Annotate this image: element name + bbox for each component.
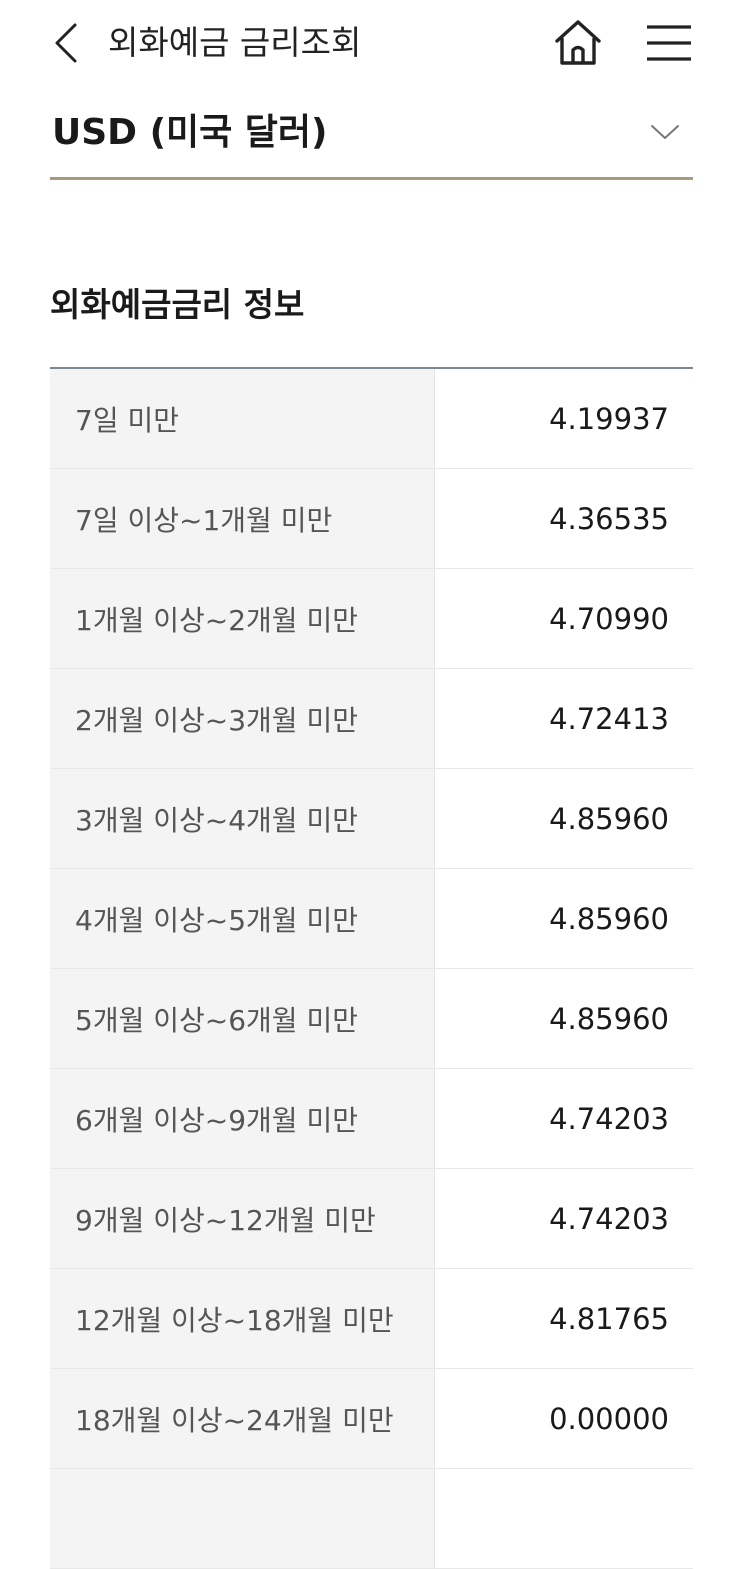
rate-value-cell: 4.74203 (549, 1101, 669, 1136)
table-row: 4개월 이상~5개월 미만 4.85960 (50, 869, 693, 969)
table-row: 9개월 이상~12개월 미만 4.74203 (50, 1169, 693, 1269)
table-row: 2개월 이상~3개월 미만 4.72413 (50, 669, 693, 769)
table-row: 5개월 이상~6개월 미만 4.85960 (50, 969, 693, 1069)
rate-value-cell: 4.74203 (549, 1201, 669, 1236)
page-title: 외화예금 금리조회 (108, 23, 362, 62)
back-button[interactable] (44, 18, 88, 68)
table-row: 3개월 이상~4개월 미만 4.85960 (50, 769, 693, 869)
rate-value-cell: 4.36535 (549, 501, 669, 536)
table-row: 7일 이상~1개월 미만 4.36535 (50, 469, 693, 569)
rate-period-cell: 3개월 이상~4개월 미만 (50, 769, 435, 868)
chevron-left-icon (55, 23, 77, 63)
rate-period-cell: 6개월 이상~9개월 미만 (50, 1069, 435, 1168)
table-row: 1개월 이상~2개월 미만 4.70990 (50, 569, 693, 669)
rate-period-cell: 12개월 이상~18개월 미만 (50, 1269, 435, 1368)
rate-value-cell: 4.72413 (549, 701, 669, 736)
rate-period-cell: 9개월 이상~12개월 미만 (50, 1169, 435, 1268)
rate-period-cell: 1개월 이상~2개월 미만 (50, 569, 435, 668)
currency-select-value: USD (미국 달러) (52, 112, 328, 153)
app-header: 외화예금 금리조회 (0, 0, 743, 88)
table-row: 7일 미만 4.19937 (50, 369, 693, 469)
rate-value-cell: 4.85960 (549, 801, 669, 836)
rate-value-cell: 4.81765 (549, 1301, 669, 1336)
table-row: 6개월 이상~9개월 미만 4.74203 (50, 1069, 693, 1169)
rate-period-cell: 5개월 이상~6개월 미만 (50, 969, 435, 1068)
table-row: 12개월 이상~18개월 미만 4.81765 (50, 1269, 693, 1369)
rate-value-cell: 4.19937 (549, 401, 669, 436)
chevron-down-icon (647, 114, 683, 150)
rate-value-cell: 4.85960 (549, 901, 669, 936)
rate-value-cell: 4.70990 (549, 601, 669, 636)
home-icon (555, 20, 601, 65)
menu-button[interactable] (642, 18, 696, 68)
currency-select[interactable]: USD (미국 달러) (50, 100, 693, 180)
rate-period-cell: 7일 미만 (50, 369, 435, 468)
rate-value-cell: 4.85960 (549, 1001, 669, 1036)
hamburger-menu-icon (647, 25, 691, 61)
rate-period-cell (50, 1469, 435, 1568)
table-row: 18개월 이상~24개월 미만 0.00000 (50, 1369, 693, 1469)
rate-period-cell: 2개월 이상~3개월 미만 (50, 669, 435, 768)
table-row (50, 1469, 693, 1569)
rate-value-cell: 0.00000 (549, 1401, 669, 1436)
rate-period-cell: 7일 이상~1개월 미만 (50, 469, 435, 568)
rate-value-cell (435, 1469, 693, 1568)
rate-table: 7일 미만 4.19937 7일 이상~1개월 미만 4.36535 1개월 이… (50, 367, 693, 1569)
section-title: 외화예금금리 정보 (50, 285, 305, 324)
rate-period-cell: 4개월 이상~5개월 미만 (50, 869, 435, 968)
rate-period-cell: 18개월 이상~24개월 미만 (50, 1369, 435, 1468)
home-button[interactable] (550, 16, 606, 70)
